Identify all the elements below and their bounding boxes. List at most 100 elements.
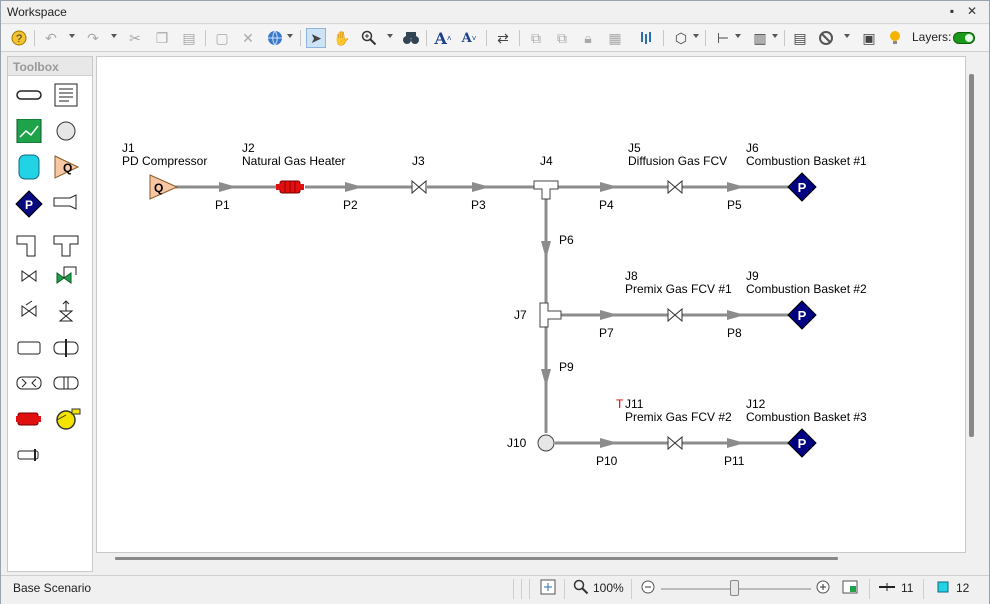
pipe-p2-label: P2	[343, 198, 358, 212]
zoom-out-icon[interactable]	[638, 577, 658, 597]
zoom-icon[interactable]	[359, 28, 379, 48]
pipe-p5-label: P5	[727, 198, 742, 212]
grid-dropdown-icon[interactable]	[735, 34, 741, 38]
font-larger-icon[interactable]: A ˄	[433, 28, 453, 48]
junction-j11-icon[interactable]	[667, 435, 683, 451]
cut-icon[interactable]: ✂	[125, 28, 145, 48]
workspace-canvas[interactable]: Q P P P J1 PD Compressor J2 Natural Gas …	[96, 56, 966, 553]
junction-j10-icon[interactable]	[537, 434, 555, 452]
junction-j5-id: J5	[628, 141, 641, 155]
assigned-pressure-tool-icon[interactable]: P	[15, 190, 43, 218]
zoom-level-icon[interactable]	[571, 577, 591, 597]
pan-hand-icon[interactable]: ✋	[332, 28, 352, 48]
bring-front-icon[interactable]: ⧉	[526, 28, 546, 48]
junction-j1-icon[interactable]: Q	[149, 174, 179, 200]
junction-j6-id: J6	[746, 141, 759, 155]
overview-icon[interactable]	[840, 577, 860, 597]
pointer-icon[interactable]: ➤	[306, 28, 326, 48]
layers-label: Layers:	[912, 30, 952, 44]
flow-arrow-p11	[727, 438, 745, 448]
junction-j8-icon[interactable]	[667, 307, 683, 323]
junction-j2-icon[interactable]	[276, 180, 304, 194]
screen-tool-icon[interactable]	[52, 336, 80, 360]
nozzle-tool-icon[interactable]	[52, 190, 80, 214]
branch-tool-icon[interactable]	[52, 119, 80, 143]
junction-j1-id: J1	[122, 141, 135, 155]
horizontal-scrollbar[interactable]	[115, 557, 838, 560]
arrange-icon[interactable]: ▥	[750, 28, 770, 48]
delete-icon[interactable]: ✕	[238, 28, 258, 48]
snap-icon[interactable]: ▦	[605, 28, 625, 48]
junction-j2-name: Natural Gas Heater	[242, 154, 345, 168]
dead-end-tool-icon[interactable]	[15, 443, 43, 467]
paste-icon[interactable]: ▤	[179, 28, 199, 48]
undo-dropdown-icon[interactable]	[69, 34, 75, 38]
graph-tool-icon[interactable]	[15, 118, 43, 144]
legend-icon[interactable]: ▣	[859, 28, 879, 48]
arrange-dropdown-icon[interactable]	[772, 34, 778, 38]
junction-j6-name: Combustion Basket #1	[746, 154, 867, 168]
compressor-tool-icon[interactable]	[52, 407, 81, 431]
pipe-p4-label: P4	[599, 198, 614, 212]
junction-count: 12	[956, 581, 970, 595]
junction-j3-icon[interactable]	[411, 179, 427, 195]
flow-arrow-p4	[600, 182, 618, 192]
lock-icon[interactable]: 🔒︎	[578, 28, 598, 48]
fit-to-window-icon[interactable]	[538, 577, 558, 597]
redo-icon[interactable]: ↷	[83, 28, 103, 48]
align-dropdown-icon[interactable]	[693, 34, 699, 38]
area-change-tool-icon[interactable]	[15, 336, 43, 360]
reservoir-tool-icon[interactable]	[15, 154, 43, 180]
zoom-value: 100%	[593, 581, 624, 595]
connect-icon[interactable]	[637, 28, 657, 48]
junction-j4-icon[interactable]	[533, 180, 559, 200]
junction-j7-icon[interactable]	[539, 302, 562, 328]
font-smaller-icon[interactable]: A ˅	[459, 28, 479, 48]
zoom-slider-thumb[interactable]	[730, 580, 739, 596]
grid-icon[interactable]: ⊢	[713, 28, 733, 48]
valve-tool-icon[interactable]	[15, 264, 43, 288]
zoom-in-icon[interactable]	[813, 577, 833, 597]
help-icon[interactable]: ?	[9, 28, 29, 48]
status-bar: Base Scenario 100% 11 12	[1, 575, 989, 604]
control-valve-tool-icon[interactable]	[52, 264, 80, 288]
orifice-tool-icon[interactable]	[15, 371, 43, 395]
globe-dropdown-icon[interactable]	[287, 34, 293, 38]
send-back-icon[interactable]: ⧉	[552, 28, 572, 48]
heat-exchanger-tool-icon[interactable]	[15, 407, 43, 431]
check-valve-tool-icon[interactable]	[15, 299, 43, 323]
disable-icon[interactable]	[816, 28, 836, 48]
general-component-tool-icon[interactable]	[52, 371, 80, 395]
window-title: Workspace	[7, 5, 67, 19]
junction-j9-icon[interactable]: P	[787, 300, 817, 330]
align-icon[interactable]: ⬡	[671, 28, 691, 48]
redo-dropdown-icon[interactable]	[111, 34, 117, 38]
layers-toggle[interactable]	[953, 32, 975, 44]
assigned-flow-tool-icon[interactable]: Q	[52, 154, 80, 179]
copy-icon[interactable]: ❐	[152, 28, 172, 48]
pipe-tool-icon[interactable]	[15, 83, 43, 107]
close-icon[interactable]: ✕	[965, 4, 979, 18]
reverse-icon[interactable]: ⇄	[493, 28, 513, 48]
vertical-scrollbar[interactable]	[969, 74, 974, 437]
relief-valve-tool-icon[interactable]	[52, 299, 80, 323]
pipe-p6-label: P6	[559, 233, 574, 247]
annotation-tool-icon[interactable]	[52, 83, 80, 107]
hints-lightbulb-icon[interactable]	[885, 28, 905, 48]
find-binoculars-icon[interactable]	[401, 28, 421, 48]
tee-tool-icon[interactable]	[52, 232, 80, 257]
zoom-dropdown-icon[interactable]	[387, 34, 393, 38]
junction-j5-icon[interactable]	[667, 179, 683, 195]
disable-dropdown-icon[interactable]	[844, 34, 850, 38]
junction-j6-icon[interactable]: P	[787, 172, 817, 202]
globe-icon[interactable]	[265, 28, 285, 48]
junction-j12-icon[interactable]: P	[787, 428, 817, 458]
properties-icon[interactable]: ▤	[790, 28, 810, 48]
select-all-icon[interactable]: ▢	[212, 28, 232, 48]
undo-icon[interactable]: ↶	[41, 28, 61, 48]
junction-j8-id: J8	[625, 269, 638, 283]
toolbox-header: Toolbox	[8, 57, 92, 76]
pin-icon[interactable]: ▪	[945, 4, 959, 18]
elbow-tool-icon[interactable]	[15, 232, 43, 257]
toolbox-panel: Toolbox Q P	[7, 56, 93, 572]
